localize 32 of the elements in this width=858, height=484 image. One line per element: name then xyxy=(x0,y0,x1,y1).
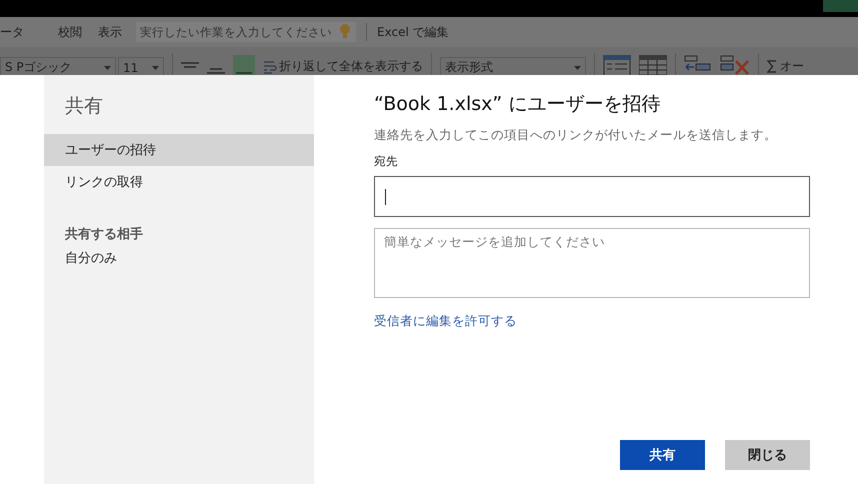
cell-styles-icon[interactable] xyxy=(639,55,667,75)
autosum-button[interactable]: オー xyxy=(767,58,804,75)
recipient-field[interactable] xyxy=(374,176,810,217)
ribbon-tab[interactable]: 校閲 xyxy=(58,24,98,40)
edit-in-excel-link[interactable]: Excel で編集 xyxy=(377,24,465,40)
wrap-text-icon xyxy=(263,60,277,74)
dropdown-caret-icon xyxy=(574,66,581,70)
message-field[interactable]: 簡単なメッセージを追加してください xyxy=(374,228,810,298)
dialog-description: 連絡先を入力してこの項目へのリンクが付いたメールを送信します。 xyxy=(374,127,778,144)
sigma-icon xyxy=(767,60,777,73)
allow-edit-link[interactable]: 受信者に編集を許可する xyxy=(374,313,517,330)
panel-title: 共有 xyxy=(64,94,104,119)
format-as-table-icon[interactable] xyxy=(603,55,631,75)
dialog-title: “Book 1.xlsx” にユーザーを招待 xyxy=(374,92,662,117)
field-label: 宛先 xyxy=(374,154,399,169)
app-tile xyxy=(823,0,858,12)
align-bottom-icon[interactable] xyxy=(233,55,255,75)
share-button[interactable]: 共有 xyxy=(620,440,705,470)
close-button[interactable]: 閉じる xyxy=(725,440,810,470)
dropdown-caret-icon xyxy=(104,66,111,70)
sidebar-item[interactable]: ユーザーの招待 xyxy=(44,134,314,166)
number-format-dropdown[interactable]: 表示形式 xyxy=(440,57,586,75)
delete-cells-icon[interactable] xyxy=(720,55,750,75)
shared-with-text: 自分のみ xyxy=(64,250,118,268)
sidebar-item[interactable]: リンクの取得 xyxy=(44,166,314,198)
lightbulb-icon xyxy=(340,24,350,40)
wrap-text-button[interactable]: 折り返して全体を表示する xyxy=(263,58,423,75)
ribbon-tab[interactable]: ータ xyxy=(0,24,58,40)
ribbon-tab[interactable]: 表示 xyxy=(98,24,138,40)
tell-me-field[interactable]: 実行したい作業を入力してください xyxy=(136,22,356,42)
dropdown-caret-icon xyxy=(152,66,159,70)
section-heading: 共有する相手 xyxy=(64,226,144,244)
